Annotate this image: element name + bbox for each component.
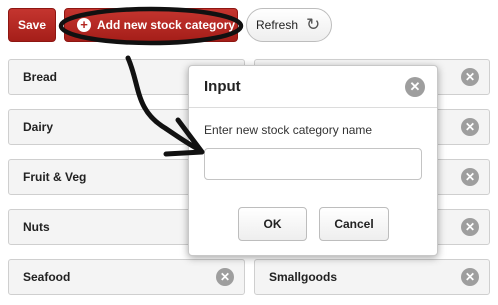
category-name: Smallgoods bbox=[269, 270, 338, 284]
dialog-header: Input bbox=[189, 66, 437, 108]
dialog-title: Input bbox=[204, 78, 241, 95]
add-stock-category-button[interactable]: + Add new stock category bbox=[64, 8, 238, 42]
close-icon[interactable]: ✕ bbox=[461, 68, 479, 86]
close-icon[interactable]: ✕ bbox=[405, 77, 425, 97]
close-icon[interactable]: ✕ bbox=[461, 218, 479, 236]
category-name: Seafood bbox=[23, 270, 71, 284]
add-stock-category-label: Add new stock category bbox=[97, 18, 236, 32]
refresh-icon: ↻ bbox=[306, 15, 321, 34]
category-name-input[interactable] bbox=[204, 148, 422, 180]
close-icon[interactable]: ✕ bbox=[461, 118, 479, 136]
category-name: Dairy bbox=[23, 120, 54, 134]
refresh-label: Refresh bbox=[256, 18, 299, 32]
close-icon[interactable]: ✕ bbox=[461, 168, 479, 186]
close-icon[interactable]: ✕ bbox=[216, 268, 234, 286]
ok-button[interactable]: OK bbox=[238, 207, 307, 241]
cancel-button[interactable]: Cancel bbox=[319, 207, 389, 241]
dialog-prompt: Enter new stock category name bbox=[204, 123, 373, 137]
refresh-button[interactable]: Refresh ↻ bbox=[246, 8, 332, 42]
category-tile-seafood[interactable]: Seafood ✕ bbox=[8, 259, 245, 295]
category-name: Nuts bbox=[23, 220, 50, 234]
category-name: Fruit & Veg bbox=[23, 170, 87, 184]
save-button[interactable]: Save bbox=[8, 8, 56, 42]
category-name: Bread bbox=[23, 70, 58, 84]
category-tile-smallgoods[interactable]: Smallgoods ✕ bbox=[254, 259, 490, 295]
close-icon[interactable]: ✕ bbox=[461, 268, 479, 286]
plus-icon: + bbox=[77, 18, 91, 32]
input-dialog: Input ✕ Enter new stock category name OK… bbox=[188, 65, 438, 256]
